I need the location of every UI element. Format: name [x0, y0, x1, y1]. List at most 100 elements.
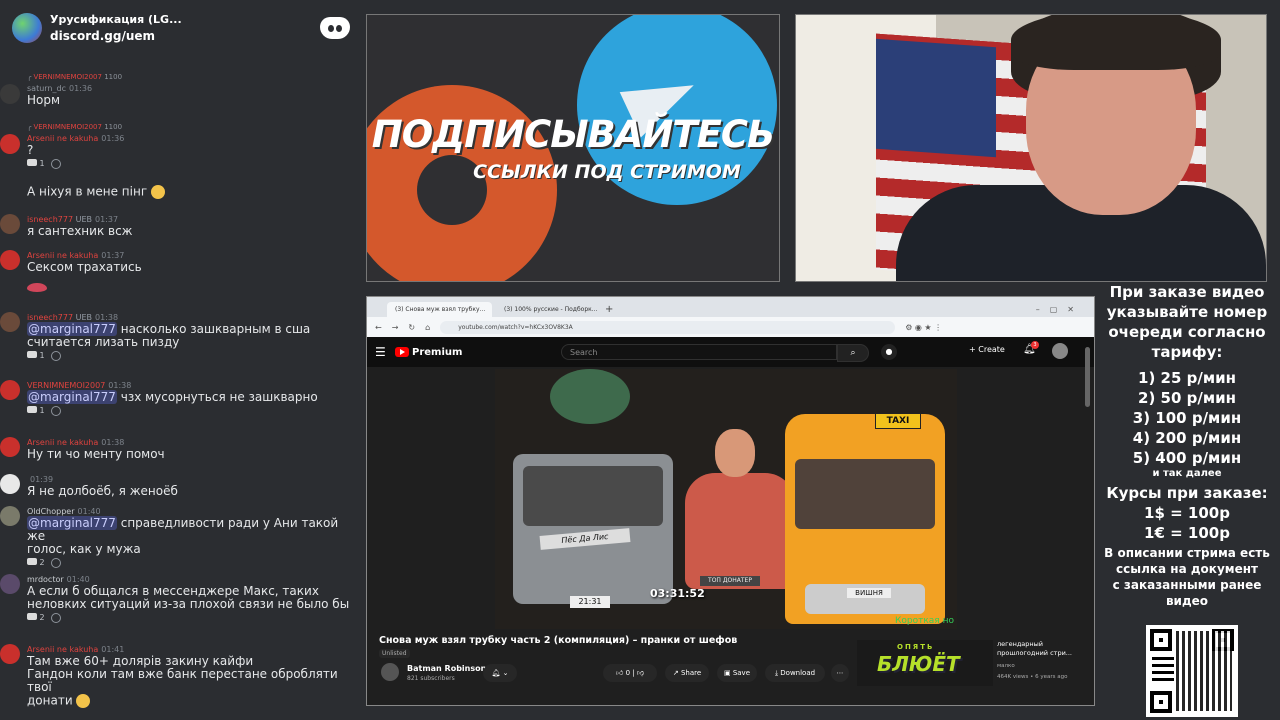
youtube-header: ☰ Premium Search ⌕ ● + Create 🔔︎ 3: [367, 337, 1094, 367]
search-button[interactable]: ⌕: [837, 344, 869, 362]
author-name[interactable]: saturn_dc: [27, 84, 66, 93]
user-mention[interactable]: @marginal777: [27, 390, 117, 404]
avatar[interactable]: [0, 474, 20, 494]
reaction[interactable]: 1: [27, 349, 45, 363]
suggestion-thumbnail[interactable]: ОПЯТЬ БЛЮЁТ: [857, 640, 993, 686]
add-reaction-icon[interactable]: [50, 351, 61, 361]
youtube-logo[interactable]: Premium: [395, 347, 462, 358]
reaction[interactable]: 1: [27, 157, 45, 171]
add-reaction-icon[interactable]: [50, 406, 61, 416]
promo-panel: ПОДПИСЫВАЙТЕСЬ ССЫЛКИ ПОД СТРИМОМ: [366, 14, 780, 282]
message-text: Сексом трахатись: [27, 260, 142, 274]
visibility-badge: Unlisted: [379, 649, 410, 658]
download-button[interactable]: ⤓ Download: [765, 664, 825, 682]
reaction[interactable]: 2: [27, 556, 45, 570]
qr-code: [1146, 625, 1238, 717]
avatar[interactable]: [0, 312, 20, 332]
discord-header: Урусификация (LG... discord.gg/uem: [0, 0, 362, 56]
chat-message: ╭ VERNIMNEMOI2007 1100 Arsenii ne kakuha 0…: [0, 122, 362, 171]
chat-message: ╭ VERNIMNEMOI2007 1100 saturn_dc 01:36 Норм: [0, 72, 362, 107]
message-time: 01:40: [77, 507, 101, 516]
reaction-bar: 2: [27, 556, 356, 570]
discord-logo-icon: [320, 17, 350, 39]
tariff-etc: и так далее: [1152, 468, 1222, 479]
overlay-plate: ВИШНЯ: [847, 588, 891, 598]
share-button[interactable]: ↗ Share: [665, 664, 709, 682]
reaction[interactable]: 2: [27, 611, 45, 625]
add-reaction-icon[interactable]: [50, 159, 61, 169]
avatar[interactable]: [0, 214, 20, 234]
avatar[interactable]: [0, 437, 20, 457]
avatar[interactable]: [0, 574, 20, 594]
tab-video[interactable]: (3) Снова муж взял трубку...: [387, 302, 492, 317]
back-icon[interactable]: ←: [375, 323, 382, 332]
new-tab-button[interactable]: +: [605, 302, 613, 317]
create-button[interactable]: + Create: [969, 345, 1005, 354]
emoji-icon: [76, 694, 91, 708]
author-name[interactable]: isneech777: [27, 215, 73, 224]
author-name[interactable]: OldChopper: [27, 507, 75, 516]
message-time: 01:39: [30, 475, 54, 484]
overlay-caption: Короткая но: [895, 616, 954, 626]
add-reaction-icon[interactable]: [50, 613, 61, 623]
forward-icon[interactable]: →: [392, 323, 399, 332]
user-mention[interactable]: @marginal777: [27, 322, 117, 336]
reload-icon[interactable]: ↻: [408, 323, 415, 332]
user-mention[interactable]: @marginal777: [27, 516, 117, 530]
author-name[interactable]: Arsenii ne kakuha: [27, 134, 98, 143]
suggestion-channel: малко: [997, 663, 1015, 669]
window-controls[interactable]: –▢✕: [1036, 302, 1094, 317]
channel-name[interactable]: Batman Robinson: [407, 664, 486, 673]
author-name[interactable]: isneech777: [27, 313, 73, 322]
home-icon[interactable]: ⌂: [425, 323, 430, 332]
chat-message: 01:39 Я не долбоёб, я женоёб: [0, 474, 362, 498]
author-name[interactable]: mrdoctor: [27, 575, 64, 584]
subscriber-count: 821 subscribers: [407, 675, 455, 682]
message-time: 01:40: [66, 575, 90, 584]
message-time: 01:38: [95, 313, 119, 322]
save-button[interactable]: ▣ Save: [717, 664, 757, 682]
reaction-bar: 1: [27, 404, 356, 418]
scrollbar[interactable]: [1085, 347, 1090, 407]
url-field[interactable]: youtube.com/watch?v=hKCx3OV8K3A: [440, 320, 896, 334]
like-dislike-button[interactable]: 👍︎ 0 | 👎︎: [603, 664, 657, 682]
menu-icon[interactable]: ☰: [375, 345, 395, 359]
message-text: Норм: [27, 93, 61, 107]
video-duration: 03:31:52: [650, 587, 705, 600]
avatar[interactable]: [0, 380, 20, 400]
reaction-bar: 1: [27, 157, 356, 171]
mic-icon[interactable]: ●: [881, 344, 897, 360]
author-name[interactable]: Arsenii ne kakuha: [27, 438, 98, 447]
extensions-icon[interactable]: ⚙ ◉ ★ ⋮: [905, 323, 942, 332]
chat-message: А ніхуя в мене пінг: [0, 185, 362, 199]
author-name[interactable]: Arsenii ne kakuha: [27, 251, 98, 260]
reply-preview[interactable]: ╭ VERNIMNEMOI2007 1100: [27, 122, 356, 133]
message-text: считается лизать пизду: [27, 335, 180, 349]
video-player[interactable]: TAXI Пёс Да Лис 21:31 03:31:52 ТОП ДОНАТ…: [495, 369, 957, 629]
youtube-play-icon: [395, 347, 409, 357]
channel-avatar[interactable]: [381, 663, 399, 681]
reply-preview[interactable]: ╭ VERNIMNEMOI2007 1100: [27, 72, 356, 83]
author-name[interactable]: Arsenii ne kakuha: [27, 645, 98, 654]
tab-second[interactable]: (3) 100% русские - Подборк...: [496, 302, 601, 317]
author-name[interactable]: VERNIMNEMOI2007: [27, 381, 105, 390]
subscribe-bell-button[interactable]: 🔔︎ ⌄: [483, 664, 517, 682]
suggestion-title[interactable]: легендарный прошлогодний стри...: [997, 640, 1087, 658]
emoji-icon: [150, 185, 165, 199]
invite-link[interactable]: discord.gg/uem: [50, 28, 320, 44]
tariff-list: 1) 25 р/мин 2) 50 р/мин 3) 100 р/мин 4) …: [1132, 369, 1242, 467]
avatar[interactable]: [0, 250, 20, 270]
avatar[interactable]: [0, 644, 20, 664]
chat-message: isneech777 UEB 01:38 @marginal777 наскольк…: [0, 312, 362, 363]
message-text: неловких ситуаций из-за плохой связи не …: [27, 597, 350, 611]
discord-chat-panel: Урусификация (LG... discord.gg/uem ╭ VER…: [0, 0, 362, 720]
more-button[interactable]: ⋯: [831, 664, 849, 682]
search-input[interactable]: Search: [561, 344, 837, 360]
suggestion-meta: 464K views • 6 years ago: [997, 674, 1068, 680]
avatar[interactable]: [0, 134, 20, 154]
avatar[interactable]: [0, 84, 20, 104]
reaction[interactable]: 1: [27, 404, 45, 418]
add-reaction-icon[interactable]: [50, 558, 61, 568]
avatar[interactable]: [0, 506, 20, 526]
avatar[interactable]: [1052, 343, 1068, 359]
